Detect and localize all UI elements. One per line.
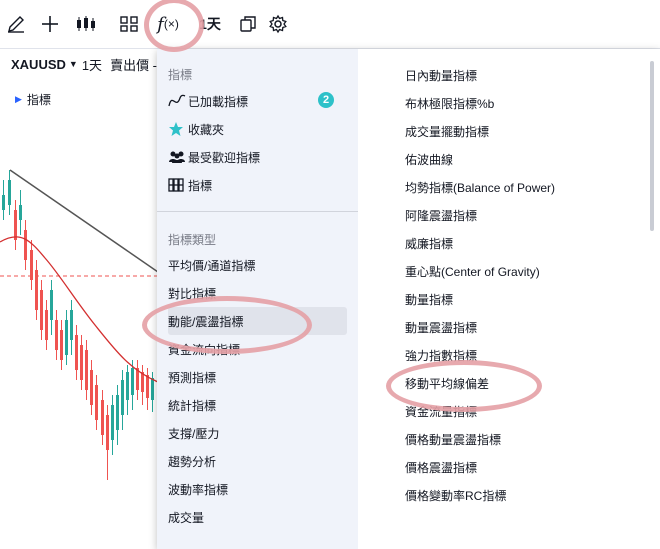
grid-icon — [168, 178, 188, 192]
candle-body — [90, 370, 93, 405]
draw-icon[interactable] — [4, 8, 28, 40]
chevron-down-icon[interactable]: ▼ — [69, 59, 78, 69]
layout-icon[interactable] — [116, 8, 142, 40]
price-type: 賣出價 - — [110, 57, 158, 73]
type-item[interactable]: 波動率指標 — [168, 475, 347, 503]
sidebar-item-label: 已加載指標 — [188, 94, 249, 109]
candle-body — [70, 310, 73, 340]
users-icon — [168, 150, 188, 164]
candle-body — [8, 180, 11, 205]
scrollbar[interactable] — [650, 61, 654, 231]
indicator-item[interactable]: 日內動量指標 — [405, 61, 645, 89]
candle-body — [60, 330, 63, 360]
indicator-item[interactable]: 動量指標 — [405, 285, 645, 313]
candle-body — [80, 345, 83, 380]
candles-icon[interactable] — [74, 8, 98, 40]
type-item[interactable]: 預測指標 — [168, 363, 347, 391]
sidebar-item-popular[interactable]: 最受歡迎指標 — [168, 143, 347, 171]
symbol-bar: XAUUSD ▼ 1天 賣出價 - — [0, 49, 160, 79]
candle-body — [14, 210, 17, 240]
wave-icon — [168, 94, 188, 108]
indicator-list: 日內動量指標 布林極限指標%b 成交量擺動指標 佑波曲線 均勢指標(Balanc… — [405, 61, 645, 509]
symbol-interval: 1天 — [81, 57, 103, 73]
loaded-count-badge: 2 — [318, 92, 334, 108]
indicator-item[interactable]: 動量震盪指標 — [405, 313, 645, 341]
sidebar-item-indicators[interactable]: 指標 — [168, 171, 347, 199]
indicators-legend-label: 指標 — [26, 93, 51, 107]
expand-triangle-icon[interactable]: ▶ — [15, 94, 22, 105]
indicator-item[interactable]: 價格變動率RC指標 — [405, 481, 645, 509]
section-title-types: 指標類型 — [168, 233, 217, 247]
price-chart[interactable] — [0, 110, 158, 549]
candle-body — [30, 250, 33, 280]
candle-body — [95, 385, 98, 420]
type-item[interactable]: 成交量 — [168, 503, 347, 531]
candle-body — [50, 290, 53, 320]
gear-icon[interactable] — [266, 8, 290, 40]
type-item[interactable]: 支撐/壓力 — [168, 419, 347, 447]
section-title-indicators: 指標 — [168, 68, 193, 82]
candle-body — [85, 350, 88, 390]
indicator-item[interactable]: 重心點(Center of Gravity) — [405, 257, 645, 285]
crosshair-plus-icon[interactable] — [38, 8, 62, 40]
compare-icon[interactable] — [236, 8, 260, 40]
star-icon — [168, 121, 188, 137]
candle-body — [75, 335, 78, 370]
candle-body — [2, 195, 5, 210]
candle-body — [116, 395, 119, 430]
candle-body — [19, 205, 22, 220]
indicator-item[interactable]: 均勢指標(Balance of Power) — [405, 173, 645, 201]
candle-body — [65, 320, 68, 355]
highlight-circle-ma-deviation — [386, 360, 542, 412]
indicator-item[interactable]: 威廉指標 — [405, 229, 645, 257]
candle-body — [106, 415, 109, 450]
indicator-item[interactable]: 布林極限指標%b — [405, 89, 645, 117]
type-item[interactable]: 趨勢分析 — [168, 447, 347, 475]
top-toolbar: f (×) 1天 — [0, 0, 660, 49]
indicator-item[interactable]: 阿隆震盪指標 — [405, 201, 645, 229]
candle-body — [35, 270, 38, 310]
candle-body — [45, 310, 48, 340]
sidebar-item-label: 收藏夾 — [188, 122, 225, 137]
highlight-circle-momentum — [142, 296, 312, 354]
indicator-item[interactable]: 佑波曲線 — [405, 145, 645, 173]
type-item[interactable]: 統計指標 — [168, 391, 347, 419]
indicator-item[interactable]: 價格動量震盪指標 — [405, 425, 645, 453]
candle-body — [55, 320, 58, 350]
indicator-item[interactable]: 價格震盪指標 — [405, 453, 645, 481]
sidebar-item-favorites[interactable]: 收藏夾 — [168, 115, 347, 143]
highlight-circle-function — [144, 0, 204, 52]
candle-body — [151, 378, 154, 400]
candle-body — [121, 380, 124, 415]
indicator-item[interactable]: 成交量擺動指標 — [405, 117, 645, 145]
candle-body — [126, 372, 129, 400]
candle-body — [111, 405, 114, 440]
type-item[interactable]: 平均價/通道指標 — [168, 251, 347, 279]
candle-body — [131, 368, 134, 395]
sidebar-item-label: 指標 — [188, 178, 213, 193]
candle-body — [101, 400, 104, 435]
candle-body — [146, 375, 149, 398]
sidebar-divider — [157, 211, 358, 212]
sidebar-item-label: 最受歡迎指標 — [188, 150, 261, 165]
indicators-legend[interactable]: ▶ 指標 — [15, 91, 51, 108]
symbol-name[interactable]: XAUUSD — [11, 57, 66, 72]
candle-body — [24, 230, 27, 260]
candle-body — [40, 290, 43, 330]
